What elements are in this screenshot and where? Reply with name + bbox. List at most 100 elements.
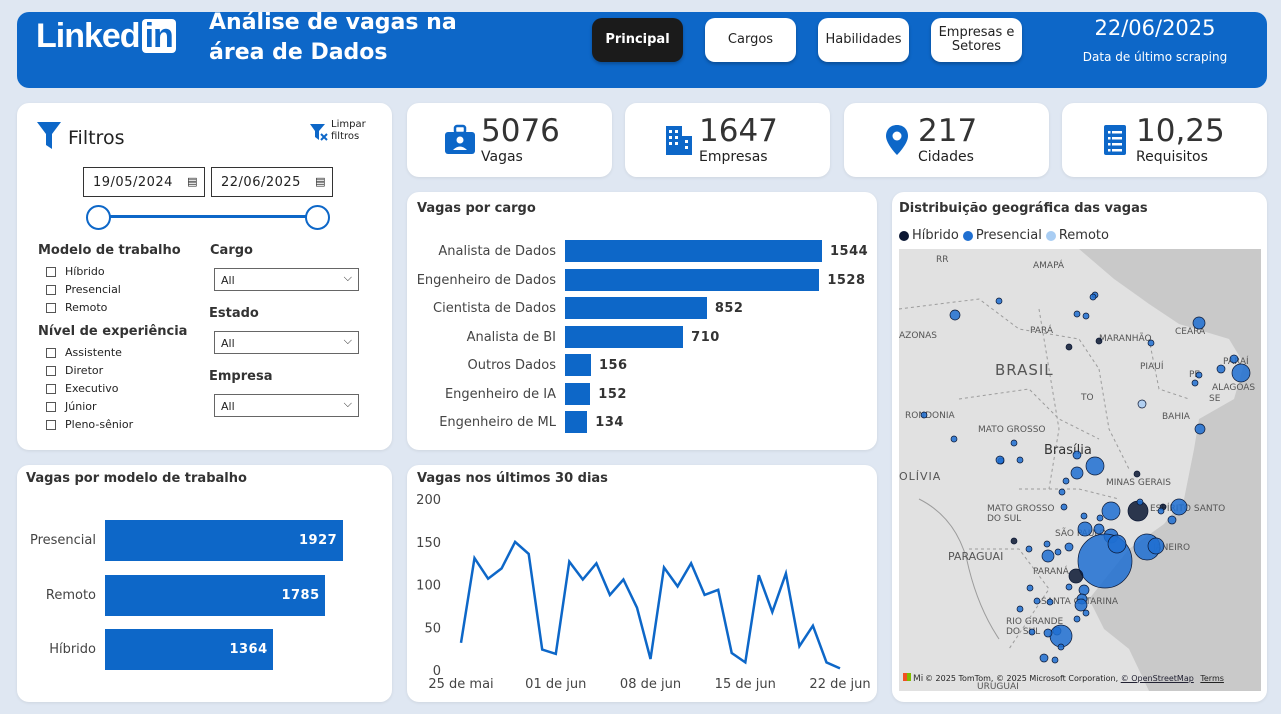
nav-empresas-setores-button[interactable]: Empresas e Setores: [931, 18, 1022, 62]
map-dot[interactable]: [1016, 605, 1024, 613]
terms-link[interactable]: Terms: [1200, 674, 1224, 683]
map-dot[interactable]: [1043, 540, 1051, 548]
map-dot[interactable]: [1147, 339, 1155, 347]
map-dot[interactable]: [1089, 293, 1097, 301]
series-line[interactable]: [459, 539, 841, 670]
map-dot[interactable]: [1078, 584, 1090, 596]
checkbox-assistente[interactable]: Assistente: [46, 346, 122, 359]
checkbox-executivo[interactable]: Executivo: [46, 382, 119, 395]
map-dot[interactable]: [1057, 643, 1065, 651]
nav-habilidades-button[interactable]: Habilidades: [818, 18, 909, 62]
map-dot[interactable]: [1107, 534, 1127, 554]
map-dot[interactable]: [1060, 503, 1068, 511]
map-dot[interactable]: [1216, 364, 1226, 374]
list-document-icon: [1104, 125, 1126, 155]
brazil-map[interactable]: RR AMAPÁ PARÁ MARANHÃO CEARÁ PARAÍ PIAUÍ…: [899, 249, 1261, 691]
bar[interactable]: [565, 297, 707, 319]
map-dot[interactable]: [1039, 653, 1049, 663]
vagas-por-cargo-card: Vagas por cargo Analista de Dados 1544 Eng…: [407, 192, 877, 450]
map-dot[interactable]: [949, 309, 961, 321]
map-dot[interactable]: [1085, 456, 1105, 476]
map-dot[interactable]: [1167, 515, 1177, 525]
nav-cargos-button[interactable]: Cargos: [705, 18, 796, 62]
map-dot[interactable]: [1064, 542, 1074, 552]
map-dot[interactable]: [1033, 597, 1041, 605]
map-dot[interactable]: [1058, 488, 1066, 496]
bar[interactable]: [565, 325, 684, 348]
map-dot[interactable]: [1195, 371, 1203, 379]
map-dot[interactable]: [1136, 498, 1144, 506]
map-dot[interactable]: [1082, 312, 1090, 320]
map-dot[interactable]: [1074, 598, 1088, 612]
map-dot[interactable]: [1137, 399, 1147, 409]
map-dot[interactable]: [995, 455, 1005, 465]
map-dot[interactable]: [1054, 548, 1062, 556]
osm-link[interactable]: © OpenStreetMap: [1121, 674, 1194, 683]
map-dot[interactable]: [1026, 584, 1034, 592]
map-dot[interactable]: [1043, 628, 1053, 638]
map-dot[interactable]: [1065, 343, 1073, 351]
date-slider-track[interactable]: [98, 215, 318, 218]
map-dot[interactable]: [1147, 537, 1165, 555]
map-dot[interactable]: [1010, 439, 1018, 447]
checkbox-hibrido[interactable]: Híbrido: [46, 265, 105, 278]
bar[interactable]: [565, 411, 588, 433]
date-slider-end-handle[interactable]: [305, 205, 330, 230]
bar[interactable]: [565, 240, 822, 262]
map-dot[interactable]: [1070, 466, 1084, 480]
clear-filters-button[interactable]: Limpar filtros: [309, 119, 369, 147]
bar[interactable]: [565, 268, 820, 291]
checkbox-diretor[interactable]: Diretor: [46, 364, 103, 377]
map-dot[interactable]: [1133, 470, 1141, 478]
calendar-icon[interactable]: ▤: [187, 175, 198, 188]
map-attribution: © 2025 TomTom, © 2025 Microsoft Corporat…: [925, 674, 1224, 683]
map-dot[interactable]: [1028, 628, 1036, 636]
map-dot[interactable]: [1041, 549, 1055, 563]
map-dot[interactable]: [1231, 363, 1251, 383]
map-dot[interactable]: [1062, 477, 1070, 485]
map-dot[interactable]: [1073, 615, 1081, 623]
map-dot[interactable]: [1016, 456, 1024, 464]
filters-panel: Filtros Limpar filtros 19/05/2024 ▤ 22/0…: [17, 103, 392, 450]
map-dot[interactable]: [1072, 450, 1082, 460]
map-dot[interactable]: [1093, 523, 1105, 535]
map-dot[interactable]: [1082, 609, 1090, 617]
bar[interactable]: [565, 354, 591, 376]
date-start-input[interactable]: 19/05/2024 ▤: [83, 167, 205, 197]
map-dot[interactable]: [1051, 656, 1059, 664]
map-dot[interactable]: [1065, 583, 1073, 591]
map-dot[interactable]: [1194, 423, 1206, 435]
map-dot[interactable]: [1157, 507, 1165, 515]
map-dot[interactable]: [1077, 521, 1093, 537]
cargo-select[interactable]: All ⌵: [214, 268, 359, 291]
checkbox-pleno-senior[interactable]: Pleno-sênior: [46, 418, 133, 431]
date-slider-start-handle[interactable]: [86, 205, 111, 230]
map-dot[interactable]: [1073, 310, 1081, 318]
checkbox-remoto[interactable]: Remoto: [46, 301, 107, 314]
map-dot[interactable]: [1096, 514, 1104, 522]
map-dot[interactable]: [1046, 598, 1054, 606]
map-dot[interactable]: [920, 411, 928, 419]
chevron-down-icon: ⌵: [343, 271, 352, 284]
calendar-icon[interactable]: ▤: [315, 175, 326, 188]
nav-principal-button[interactable]: Principal: [592, 18, 683, 62]
map-dot[interactable]: [1025, 545, 1033, 553]
empresa-select[interactable]: All ⌵: [214, 394, 359, 417]
map-dot[interactable]: [1191, 379, 1199, 387]
estado-select[interactable]: All ⌵: [214, 331, 359, 354]
map-dot[interactable]: [1010, 537, 1018, 545]
map-dot[interactable]: [995, 297, 1003, 305]
checkbox-junior[interactable]: Júnior: [46, 400, 97, 413]
kpi-vagas-value: 5076: [481, 113, 560, 149]
map-dot[interactable]: [1101, 501, 1121, 521]
map-dot[interactable]: [1068, 568, 1084, 584]
date-end-input[interactable]: 22/06/2025 ▤: [211, 167, 333, 197]
map-dot[interactable]: [1192, 316, 1206, 330]
map-dot[interactable]: [1170, 498, 1188, 516]
map-dot[interactable]: [950, 435, 958, 443]
bar[interactable]: [565, 382, 591, 405]
map-dot[interactable]: [1080, 512, 1088, 520]
map-dot[interactable]: [1095, 337, 1103, 345]
checkbox-presencial[interactable]: Presencial: [46, 283, 121, 296]
map-dot[interactable]: [1229, 354, 1239, 364]
